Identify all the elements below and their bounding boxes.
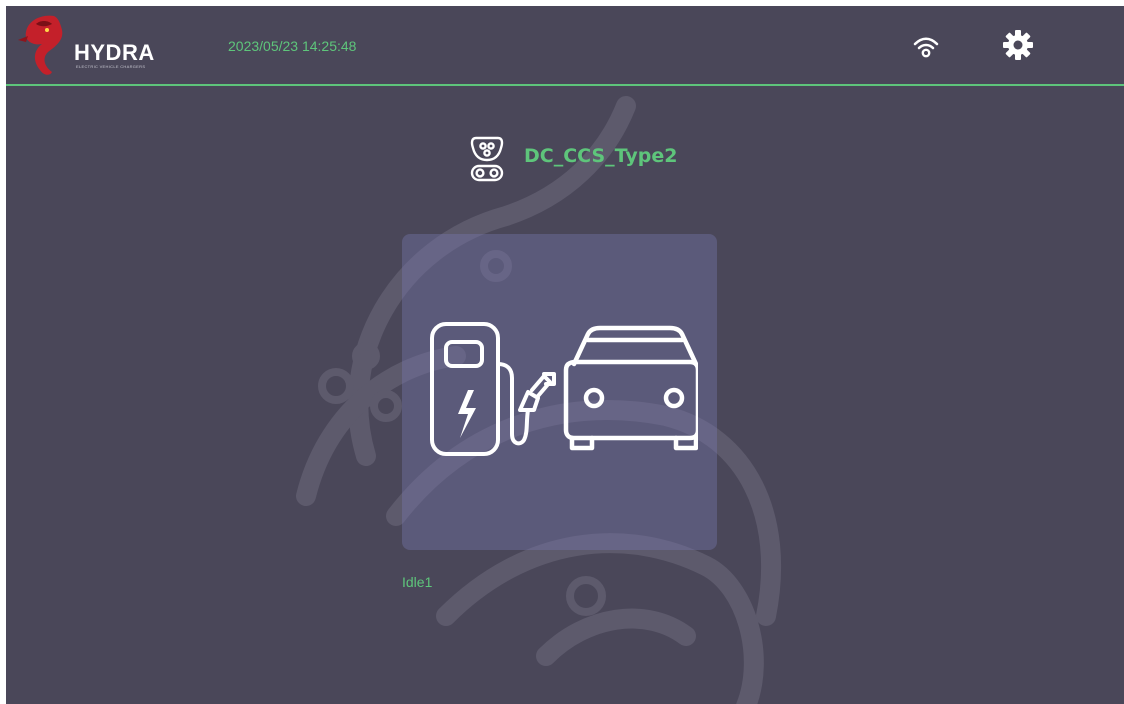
ccs2-connector-icon <box>470 136 504 182</box>
top-bar: HYDRA ELECTRIC VEHICLE CHARGERS 2023/05/… <box>6 6 1124 84</box>
header-divider <box>6 84 1124 86</box>
hydra-logo: HYDRA ELECTRIC VEHICLE CHARGERS <box>14 10 184 78</box>
dragon-logo-icon <box>18 15 63 75</box>
charging-illustration <box>430 322 698 456</box>
wifi-icon[interactable] <box>912 34 940 60</box>
gear-icon[interactable] <box>1002 29 1034 61</box>
car-icon <box>563 325 698 451</box>
datetime-display: 2023/05/23 14:25:48 <box>228 38 357 54</box>
connector-type-label: DC_CCS_Type2 <box>524 145 678 167</box>
charger-screen: HYDRA ELECTRIC VEHICLE CHARGERS 2023/05/… <box>6 6 1124 704</box>
connector-status-label: Idle1 <box>402 574 433 590</box>
logo-tagline: ELECTRIC VEHICLE CHARGERS <box>76 64 146 69</box>
charging-status-card[interactable] <box>402 234 717 550</box>
logo-wordmark: HYDRA <box>74 40 155 65</box>
charging-station-icon <box>430 322 556 456</box>
